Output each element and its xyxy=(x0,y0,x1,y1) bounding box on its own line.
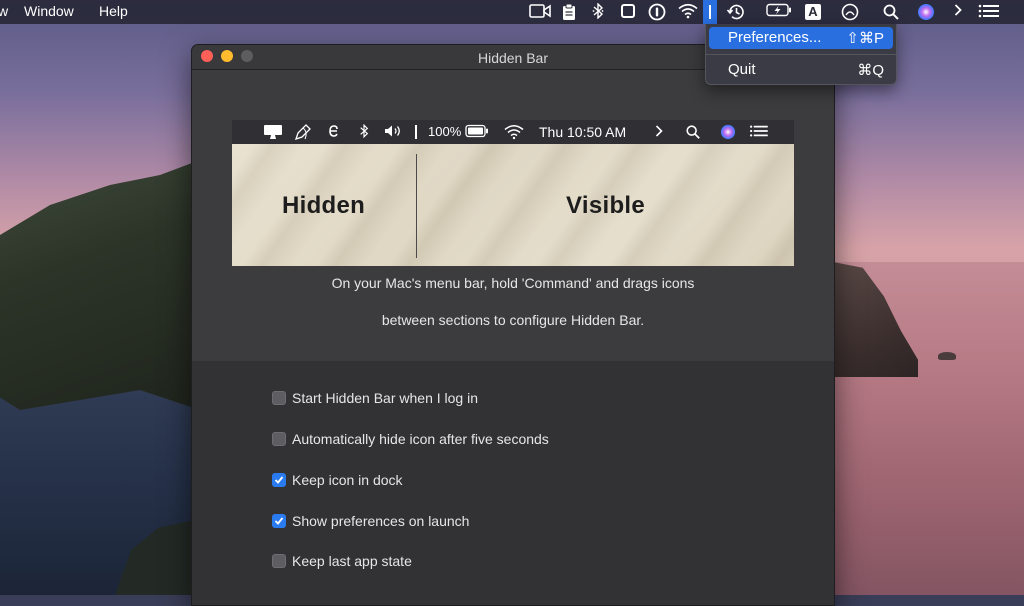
hidden-label: Hidden xyxy=(282,192,366,219)
option-auto-hide[interactable]: Automatically hide icon after five secon… xyxy=(272,429,549,449)
instructions-line-1: On your Mac's menu bar, hold 'Command' a… xyxy=(331,275,695,291)
pen-icon xyxy=(294,124,312,144)
option-keep-last-state[interactable]: Keep last app state xyxy=(272,551,412,571)
menu-item-truncated[interactable]: w xyxy=(0,3,8,19)
chevron-right-icon xyxy=(654,124,664,142)
options-section: Start Hidden Bar when I log in Automatic… xyxy=(192,361,834,605)
option-label: Start Hidden Bar when I log in xyxy=(292,390,478,406)
hidden-bar-icon[interactable] xyxy=(703,0,717,24)
menu-item-help[interactable]: Help xyxy=(99,3,128,19)
checkmark-icon xyxy=(274,476,284,484)
input-source-label: A xyxy=(805,4,821,20)
bluetooth-icon[interactable] xyxy=(592,3,604,19)
list-icon[interactable] xyxy=(978,3,1000,19)
list-icon xyxy=(749,124,769,142)
battery-icon[interactable] xyxy=(766,3,792,17)
menu-bar: w Window Help A xyxy=(0,0,1024,24)
illustration-menu-bar: 100% Thu 10:50 AM xyxy=(232,120,794,144)
hidden-bar-separator-icon xyxy=(709,5,711,19)
checkbox[interactable] xyxy=(272,391,286,405)
menu-item-shortcut: ⌘Q xyxy=(857,62,884,79)
menu-item-preferences[interactable]: Preferences... ⇧⌘P xyxy=(709,27,893,49)
menu-item-label: Preferences... xyxy=(728,29,822,46)
sand-background: Hidden Visible xyxy=(232,144,794,266)
option-start-at-login[interactable]: Start Hidden Bar when I log in xyxy=(272,388,478,408)
clipboard-icon[interactable] xyxy=(562,3,576,21)
option-show-prefs-on-launch[interactable]: Show preferences on launch xyxy=(272,511,469,531)
time-machine-icon[interactable] xyxy=(726,3,746,21)
search-icon xyxy=(685,124,701,144)
hidden-bar-dropdown-menu: Preferences... ⇧⌘P Quit ⌘Q xyxy=(705,24,897,85)
menu-separator xyxy=(706,54,896,55)
clock: Thu 10:50 AM xyxy=(539,124,627,140)
checkbox[interactable] xyxy=(272,432,286,446)
hidden-bar-window: Hidden Bar 100% Thu 10:50 AM Hidden Visi… xyxy=(191,44,835,606)
bluetooth-icon xyxy=(359,123,369,142)
checkbox[interactable] xyxy=(272,554,286,568)
siri-icon xyxy=(720,124,736,144)
battery-percent: 100% xyxy=(428,124,462,139)
option-label: Keep last app state xyxy=(292,553,412,569)
battery-icon xyxy=(465,124,489,142)
instructions-section: 100% Thu 10:50 AM Hidden Visible On your… xyxy=(192,70,834,361)
menu-item-window[interactable]: Window xyxy=(24,3,74,19)
gauge-icon[interactable] xyxy=(840,3,860,21)
menubar-illustration: 100% Thu 10:50 AM Hidden Visible xyxy=(232,120,794,266)
checkbox-checked[interactable] xyxy=(272,514,286,528)
edge-icon xyxy=(327,122,339,142)
instructions-line-2: between sections to configure Hidden Bar… xyxy=(381,312,645,328)
menu-item-label: Quit xyxy=(728,61,756,78)
onepassword-icon[interactable] xyxy=(648,3,666,21)
wallpaper-islet xyxy=(938,352,956,360)
input-source-icon[interactable]: A xyxy=(805,4,821,20)
wifi-icon xyxy=(504,124,524,144)
menu-item-shortcut: ⇧⌘P xyxy=(846,30,884,47)
hidden-bar-separator-icon xyxy=(415,125,417,139)
chevron-right-icon[interactable] xyxy=(953,3,963,17)
option-label: Show preferences on launch xyxy=(292,513,470,529)
section-divider xyxy=(416,154,417,258)
checkmark-icon xyxy=(274,517,284,525)
wifi-icon[interactable] xyxy=(678,3,698,19)
option-keep-in-dock[interactable]: Keep icon in dock xyxy=(272,470,403,490)
square-icon[interactable] xyxy=(620,3,636,19)
volume-icon xyxy=(384,124,404,142)
option-label: Keep icon in dock xyxy=(292,472,403,488)
display-icon xyxy=(263,124,283,144)
checkbox-checked[interactable] xyxy=(272,473,286,487)
siri-icon[interactable] xyxy=(917,3,935,21)
option-label: Automatically hide icon after five secon… xyxy=(292,431,549,447)
menu-item-quit[interactable]: Quit ⌘Q xyxy=(709,59,893,81)
camera-icon[interactable] xyxy=(529,3,551,19)
visible-label: Visible xyxy=(566,192,646,219)
search-icon[interactable] xyxy=(882,3,900,21)
